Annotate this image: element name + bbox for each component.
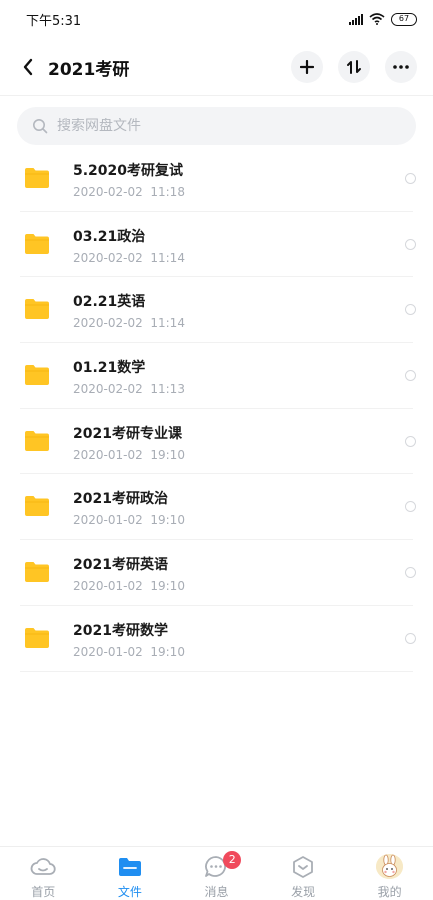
file-row[interactable]: 01.21数学 2020-02-02 11:13 [0, 343, 433, 409]
file-name: 02.21英语 [73, 294, 146, 311]
status-indicators: 67 [349, 12, 417, 26]
file-text: 2021考研政治 2020-01-02 19:10 [73, 488, 185, 527]
add-button[interactable] [291, 51, 323, 83]
bottom-nav: 首页 文件 2 消息 发现 我的 [0, 846, 433, 900]
nav-files[interactable]: 文件 [87, 847, 174, 900]
nav-profile[interactable]: 我的 [346, 847, 433, 900]
select-radio[interactable] [405, 632, 416, 644]
status-time: 下午5:31 [26, 13, 82, 29]
folder-icon [25, 430, 49, 451]
chevron-left-icon [23, 58, 33, 76]
file-text: 5.2020考研复试 2020-02-02 11:18 [73, 160, 185, 199]
file-row[interactable]: 5.2020考研复试 2020-02-02 11:18 [0, 146, 433, 212]
folder-icon [25, 562, 49, 583]
nav-label-discover: 发现 [291, 885, 316, 899]
files-folder-icon [117, 854, 143, 879]
select-radio[interactable] [405, 304, 416, 316]
nav-messages[interactable]: 2 消息 [173, 847, 260, 900]
header-divider [0, 95, 433, 96]
folder-icon [25, 233, 49, 254]
more-button[interactable] [385, 51, 417, 83]
folder-icon [25, 168, 49, 188]
select-radio[interactable] [405, 435, 416, 447]
status-bar: 下午5:31 67 [0, 0, 433, 38]
avatar-icon [376, 854, 404, 879]
sort-button[interactable] [338, 51, 370, 83]
file-date: 2020-01-02 19:10 [73, 513, 185, 528]
header: 2021考研 [0, 44, 433, 90]
file-text: 03.21政治 2020-02-02 11:14 [73, 226, 185, 265]
discover-cube-icon [290, 854, 316, 879]
file-date: 2020-02-02 11:18 [73, 185, 185, 199]
folder-icon [25, 496, 49, 517]
file-row[interactable]: 2021考研英语 2020-01-02 19:10 [0, 540, 433, 606]
file-name: 5.2020考研复试 [73, 163, 184, 179]
plus-icon [300, 60, 314, 74]
file-text: 2021考研数学 2020-01-02 19:10 [73, 620, 185, 659]
select-radio[interactable] [405, 238, 416, 250]
home-cloud-icon [30, 854, 56, 879]
sort-icon [347, 60, 361, 74]
file-name: 01.21数学 [73, 360, 146, 377]
nav-label-files: 文件 [117, 885, 142, 899]
folder-icon [25, 299, 49, 320]
select-radio[interactable] [405, 567, 416, 579]
file-date: 2020-01-02 19:10 [73, 447, 185, 462]
nav-label-messages: 消息 [204, 885, 229, 899]
battery-indicator: 67 [391, 12, 417, 26]
file-text: 2021考研专业课 2020-01-02 19:10 [73, 423, 185, 462]
file-text: 02.21英语 2020-02-02 11:14 [73, 291, 185, 330]
file-name: 2021考研政治 [73, 491, 168, 508]
signal-icon [349, 13, 363, 25]
search-bar[interactable] [17, 107, 416, 145]
nav-label-profile: 我的 [377, 885, 402, 899]
message-badge: 2 [223, 851, 242, 869]
back-button[interactable] [17, 56, 39, 78]
header-actions [291, 51, 417, 83]
nav-discover[interactable]: 发现 [260, 847, 347, 900]
file-date: 2020-02-02 11:14 [73, 250, 185, 265]
file-date: 2020-02-02 11:13 [73, 382, 185, 397]
file-name: 2021考研专业课 [73, 425, 182, 442]
search-icon [33, 119, 48, 134]
file-name: 2021考研英语 [73, 557, 168, 574]
search-input[interactable] [57, 118, 377, 134]
file-text: 2021考研英语 2020-01-02 19:10 [73, 554, 185, 593]
select-radio[interactable] [405, 501, 416, 513]
file-row[interactable]: 03.21政治 2020-02-02 11:14 [0, 212, 433, 278]
file-date: 2020-01-02 19:10 [73, 644, 185, 659]
file-row[interactable]: 2021考研政治 2020-01-02 19:10 [0, 474, 433, 540]
file-row[interactable]: 02.21英语 2020-02-02 11:14 [0, 277, 433, 343]
file-row[interactable]: 2021考研数学 2020-01-02 19:10 [0, 606, 433, 672]
file-date: 2020-01-02 19:10 [73, 579, 185, 594]
select-radio[interactable] [405, 173, 416, 184]
file-row[interactable]: 2021考研专业课 2020-01-02 19:10 [0, 409, 433, 475]
folder-icon [25, 627, 49, 648]
nav-label-home: 首页 [31, 885, 56, 899]
page-title: 2021考研 [48, 59, 130, 80]
file-name: 2021考研数学 [73, 622, 168, 639]
more-dots-icon [393, 65, 409, 69]
select-radio[interactable] [405, 370, 416, 382]
folder-icon [25, 365, 49, 386]
file-text: 01.21数学 2020-02-02 11:13 [73, 357, 185, 396]
file-name: 03.21政治 [73, 228, 146, 245]
file-date: 2020-02-02 11:14 [73, 316, 185, 331]
nav-home[interactable]: 首页 [0, 847, 87, 900]
wifi-icon [369, 13, 385, 25]
file-list: 5.2020考研复试 2020-02-02 11:18 03.21政治 2020-02… [0, 146, 433, 672]
